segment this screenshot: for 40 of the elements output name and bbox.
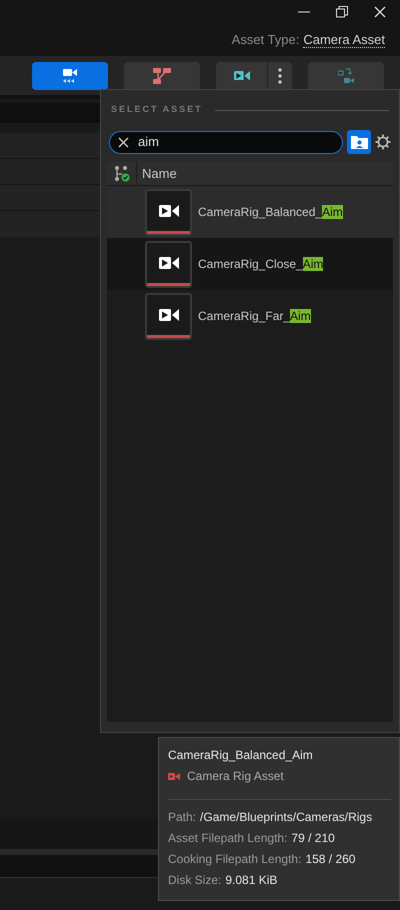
detail-value: 9.081 KiB [225,872,278,888]
camera-icon [158,308,178,320]
input-field[interactable] [0,103,100,123]
node-graph-icon [152,66,172,84]
asset-type: Camera Rig Asset [187,768,284,784]
camera-icon [168,772,180,780]
detail-label: Disk Size: [168,872,222,888]
asset-row[interactable]: CameraRig_Balanced_Aim [107,186,393,238]
toolbar-button[interactable] [32,62,108,90]
detail-label: Asset Filepath Length: [168,830,288,846]
detail-value: /Game/Blueprints/Cameras/Rigs [200,808,372,826]
column-header[interactable]: Name [137,164,177,184]
restore-icon[interactable] [336,6,348,18]
section-title: SELECT ASSET [111,103,203,116]
camera-swap-icon [338,68,354,84]
search-field[interactable]: aim [109,130,343,154]
camera-icon [158,256,178,268]
browse-button[interactable] [347,130,371,154]
camera-rig-icon [62,68,78,84]
search-value: aim [138,133,159,152]
asset-name: CameraRig_Far_Aim [198,308,311,325]
more-button[interactable] [268,62,292,90]
asset-type-label: Asset Type: [232,31,300,50]
detail-value: 79 / 210 [291,830,335,846]
camera-icon [234,70,250,80]
settings-icon[interactable] [375,134,391,150]
detail-label: Cooking Filepath Length: [168,850,302,868]
asset-type-value[interactable]: Camera Asset [303,32,385,48]
clear-icon[interactable] [118,136,129,148]
asset-name: CameraRig_Balanced_Aim [198,204,343,221]
input-field[interactable] [0,855,158,878]
camera-icon [158,204,178,216]
tooltip-title: CameraRig_Balanced_Aim [168,747,314,763]
detail-value: 158 / 260 [305,850,356,868]
close-icon[interactable] [374,6,386,18]
folder-icon [350,135,368,149]
toolbar-button[interactable] [216,62,267,90]
detail-label: Path: [168,808,196,826]
more-icon [278,68,282,84]
source-control-icon[interactable] [114,165,130,182]
